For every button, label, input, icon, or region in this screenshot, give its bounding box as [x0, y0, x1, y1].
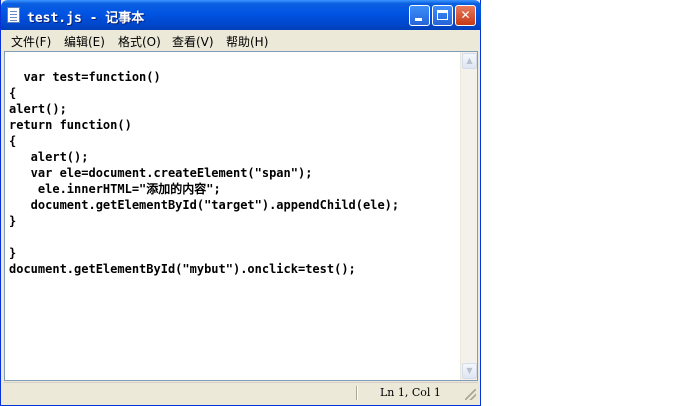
minimize-icon: [415, 18, 422, 21]
code-line: }: [9, 214, 17, 228]
menu-edit[interactable]: 编辑(E): [64, 33, 105, 50]
menu-format[interactable]: 格式(O): [118, 33, 161, 50]
close-button[interactable]: ✕: [455, 5, 476, 26]
arrow-down-icon: ▼: [466, 366, 473, 375]
code-line: document.getElementById("target").append…: [9, 198, 400, 212]
code-line: var ele=document.createElement("span");: [9, 166, 313, 180]
window-title: test.js - 记事本: [27, 11, 145, 26]
menu-help[interactable]: 帮助(H): [226, 33, 268, 50]
menu-file[interactable]: 文件(F): [11, 33, 51, 50]
arrow-up-icon: ▲: [466, 56, 473, 65]
code-line: }: [9, 246, 17, 260]
text-editor[interactable]: var test=function() { alert(); return fu…: [4, 51, 478, 381]
code-line: var test=function(): [9, 70, 161, 84]
cursor-position: Ln 1, Col 1: [380, 386, 441, 399]
scroll-up-button[interactable]: ▲: [462, 53, 477, 69]
code-line: ele.innerHTML="添加的内容";: [9, 182, 221, 196]
resize-grip-icon[interactable]: [465, 389, 476, 400]
code-line: {: [9, 134, 17, 148]
notepad-icon: [7, 7, 20, 23]
title-bar[interactable]: test.js - 记事本 ✕: [1, 0, 481, 30]
notepad-window: test.js - 记事本 ✕ 文件(F) 编辑(E) 格式(O) 查看(V) …: [0, 0, 481, 406]
code-line: alert();: [9, 102, 67, 116]
vertical-scrollbar[interactable]: ▲ ▼: [460, 52, 477, 380]
code-line: alert();: [9, 150, 89, 164]
menu-view[interactable]: 查看(V): [172, 33, 214, 50]
code-line: {: [9, 86, 17, 100]
scroll-down-button[interactable]: ▼: [462, 363, 477, 379]
code-text: var test=function() { alert(); return fu…: [9, 69, 399, 277]
minimize-button[interactable]: [409, 5, 430, 26]
code-line: return function(): [9, 118, 132, 132]
maximize-icon: [437, 10, 448, 20]
close-icon: ✕: [460, 8, 471, 22]
maximize-button[interactable]: [432, 5, 453, 26]
status-bar: Ln 1, Col 1: [4, 382, 478, 402]
menu-bar: 文件(F) 编辑(E) 格式(O) 查看(V) 帮助(H): [4, 30, 478, 50]
code-line: document.getElementById("mybut").onclick…: [9, 262, 356, 276]
status-divider: [356, 386, 357, 400]
